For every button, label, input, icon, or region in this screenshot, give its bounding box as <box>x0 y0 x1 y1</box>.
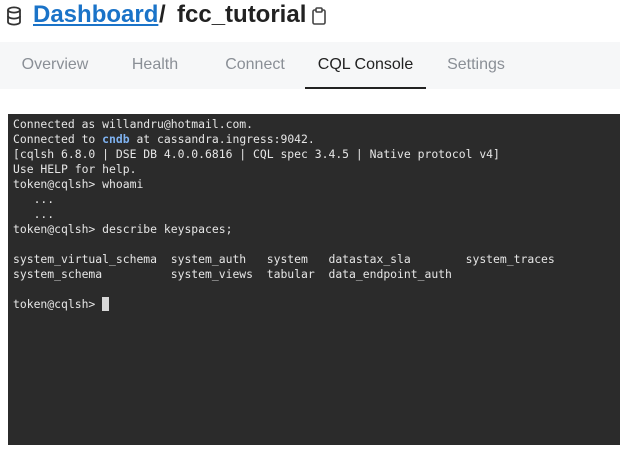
cql-console-terminal[interactable]: Connected as willandru@hotmail.com. Conn… <box>8 114 620 445</box>
breadcrumb-separator: / <box>159 1 166 28</box>
tab-cql-console[interactable]: CQL Console <box>305 42 426 89</box>
terminal-line: Connected as willandru@hotmail.com. <box>13 117 254 131</box>
terminal-line: token@cqlsh> whoami <box>13 177 144 191</box>
tab-bar: Overview Health Connect CQL Console Sett… <box>0 42 620 89</box>
terminal-line: [cqlsh 6.8.0 | DSE DB 4.0.0.6816 | CQL s… <box>13 147 500 161</box>
tab-connect[interactable]: Connect <box>210 42 300 89</box>
terminal-text: Connected to <box>13 132 103 146</box>
page-header: Dashboard / fcc_tutorial <box>0 0 620 32</box>
cluster-name: cndb <box>102 132 130 146</box>
breadcrumb-dashboard-link[interactable]: Dashboard <box>33 1 158 29</box>
terminal-cursor <box>102 297 110 311</box>
tab-health[interactable]: Health <box>110 42 200 89</box>
terminal-prompt: token@cqlsh> <box>13 297 96 311</box>
terminal-prompt-line[interactable]: token@cqlsh> <box>13 297 620 312</box>
terminal-line: system_virtual_schema system_auth system… <box>13 252 555 266</box>
page-title: fcc_tutorial <box>177 1 307 28</box>
clipboard-icon[interactable] <box>311 6 327 26</box>
terminal-line: Connected to cndb at cassandra.ingress:9… <box>13 132 620 147</box>
database-icon <box>7 6 21 26</box>
terminal-text: at cassandra.ingress:9042. <box>129 132 315 146</box>
terminal-line: token@cqlsh> describe keyspaces; <box>13 222 233 236</box>
terminal-line: ... <box>13 207 55 221</box>
terminal-line: ... <box>13 192 55 206</box>
terminal-line: Use HELP for help. <box>13 162 137 176</box>
tab-settings[interactable]: Settings <box>430 42 522 89</box>
terminal-line: system_schema system_views tabular data_… <box>13 267 452 281</box>
tab-overview[interactable]: Overview <box>5 42 105 89</box>
